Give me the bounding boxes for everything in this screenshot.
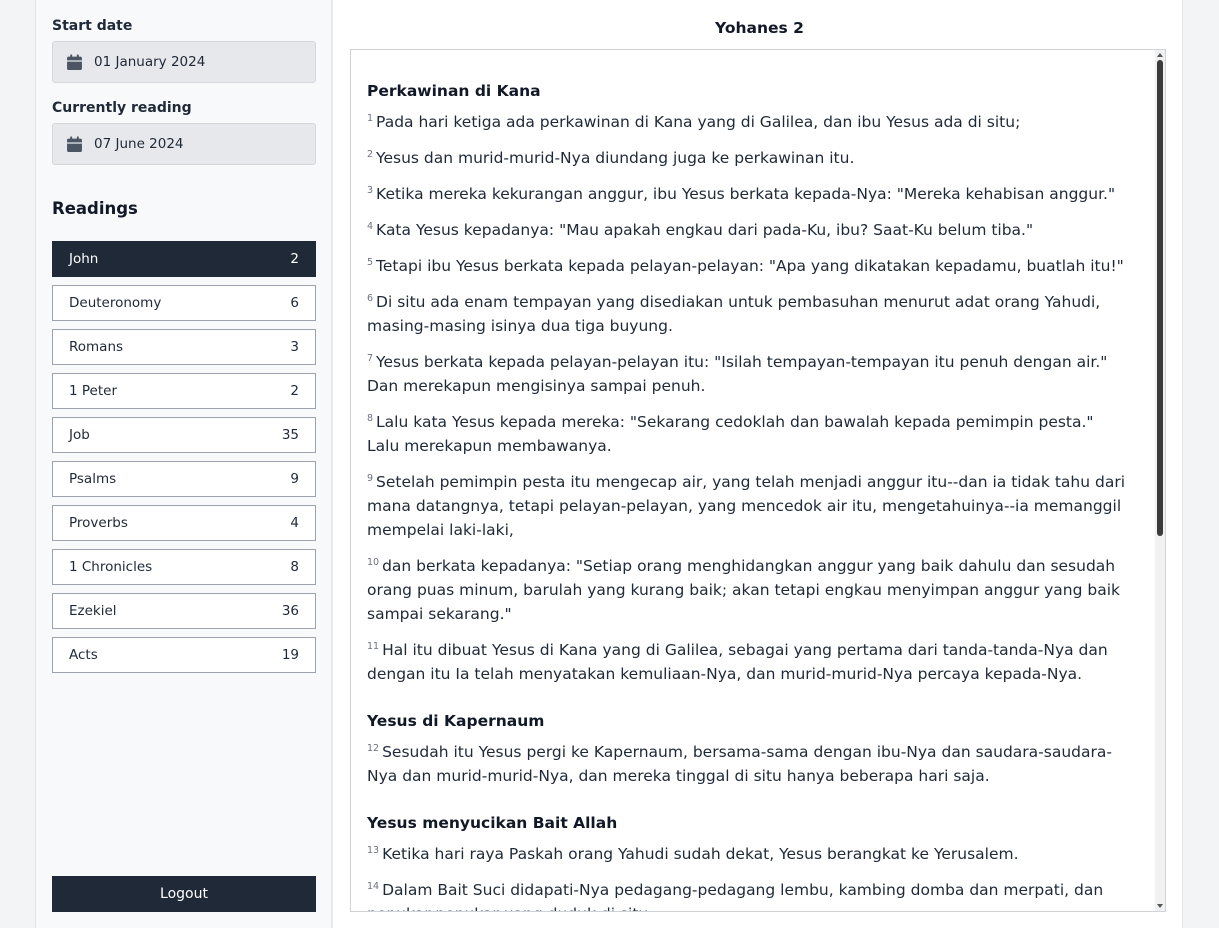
verse: 7 Yesus berkata kepada pelayan-pelayan it…: [367, 350, 1127, 398]
verse: 4 Kata Yesus kepadanya: "Mau apakah engka…: [367, 218, 1127, 242]
reading-item[interactable]: 1 Chronicles 8: [52, 549, 316, 585]
reading-chapter: 9: [290, 471, 299, 487]
reading-item[interactable]: Acts 19: [52, 637, 316, 673]
reading-item[interactable]: Proverbs 4: [52, 505, 316, 541]
current-date-field[interactable]: 07 June 2024: [52, 123, 316, 165]
reading-book: Proverbs: [69, 515, 128, 531]
reading-chapter: 36: [281, 603, 299, 619]
verse-text: Yesus berkata kepada pelayan-pelayan itu…: [367, 353, 1108, 395]
reading-chapter: 4: [290, 515, 299, 531]
reading-chapter: 19: [281, 647, 299, 663]
verse: 2 Yesus dan murid-murid-Nya diundang juga…: [367, 146, 1127, 170]
reading-item[interactable]: Job 35: [52, 417, 316, 453]
reading-book: Acts: [69, 647, 98, 663]
scroll-down-arrow-icon[interactable]: [1157, 904, 1163, 908]
verse-number: 8: [367, 412, 374, 424]
verse-number: 13: [367, 844, 380, 856]
reading-item[interactable]: Psalms 9: [52, 461, 316, 497]
reading-chapter: 2: [290, 383, 299, 399]
verse-text: Yesus dan murid-murid-Nya diundang juga …: [376, 149, 855, 167]
verse-number: 2: [367, 148, 374, 160]
start-date-value: 01 January 2024: [94, 54, 206, 70]
reading-item[interactable]: Deuteronomy 6: [52, 285, 316, 321]
start-date-label: Start date: [52, 18, 133, 34]
reading-item[interactable]: Ezekiel 36: [52, 593, 316, 629]
verse-text: dan berkata kepadanya: "Setiap orang men…: [367, 557, 1121, 623]
reading-book: Psalms: [69, 471, 117, 487]
verse-text: Ketika hari raya Paskah orang Yahudi sud…: [382, 845, 1019, 863]
verse-number: 5: [367, 256, 374, 268]
verse-number: 7: [367, 352, 374, 364]
verse: 9 Setelah pemimpin pesta itu mengecap air…: [367, 470, 1127, 542]
chapter-title: Yohanes 2: [715, 19, 804, 37]
reader-content: Perkawinan di Kana 1 Pada hari ketiga ada …: [351, 50, 1151, 911]
reading-book: Romans: [69, 339, 124, 355]
verse: 10 dan berkata kepadanya: "Setiap orang m…: [367, 554, 1127, 626]
verse-text: Kata Yesus kepadanya: "Mau apakah engkau…: [376, 221, 1034, 239]
sidebar: Start date 01 January 2024 Currently rea…: [36, 0, 333, 928]
reading-chapter: 3: [290, 339, 299, 355]
scroll-up-arrow-icon[interactable]: [1157, 53, 1163, 57]
verse-number: 3: [367, 184, 374, 196]
verse-number: 9: [367, 472, 374, 484]
start-date-field[interactable]: 01 January 2024: [52, 41, 316, 83]
verse-text: Setelah pemimpin pesta itu mengecap air,…: [367, 473, 1125, 539]
logout-button[interactable]: Logout: [52, 876, 316, 912]
verse: 12 Sesudah itu Yesus pergi ke Kapernaum, …: [367, 740, 1127, 788]
verse: 11 Hal itu dibuat Yesus di Kana yang di G…: [367, 638, 1127, 686]
verse-number: 11: [367, 640, 380, 652]
readings-heading: Readings: [52, 199, 138, 218]
verse: 5 Tetapi ibu Yesus berkata kepada pelayan…: [367, 254, 1127, 278]
reading-book: Ezekiel: [69, 603, 117, 619]
verse-text: Di situ ada enam tempayan yang disediaka…: [367, 293, 1101, 335]
verse-text: Hal itu dibuat Yesus di Kana yang di Gal…: [367, 641, 1108, 683]
reading-book: Deuteronomy: [69, 295, 162, 311]
current-date-value: 07 June 2024: [94, 136, 184, 152]
section-heading: Yesus menyucikan Bait Allah: [367, 814, 618, 832]
verse-number: 10: [367, 556, 380, 568]
reading-book: Job: [69, 427, 90, 443]
verse: 6 Di situ ada enam tempayan yang disediak…: [367, 290, 1127, 338]
scrollbar[interactable]: [1155, 50, 1165, 911]
calendar-icon: [67, 54, 82, 70]
verse: 1 Pada hari ketiga ada perkawinan di Kana…: [367, 110, 1127, 134]
calendar-icon: [67, 136, 82, 152]
section-heading: Perkawinan di Kana: [367, 82, 541, 100]
verse-text: Ketika mereka kekurangan anggur, ibu Yes…: [376, 185, 1116, 203]
scroll-thumb[interactable]: [1157, 60, 1163, 536]
verse-number: 14: [367, 880, 380, 892]
reading-book: 1 Peter: [69, 383, 117, 399]
verse: 3 Ketika mereka kekurangan anggur, ibu Ye…: [367, 182, 1127, 206]
verse-number: 1: [367, 112, 374, 124]
verse-text: Dalam Bait Suci didapati-Nya pedagang-pe…: [367, 881, 1104, 911]
app-window: Start date 01 January 2024 Currently rea…: [35, 0, 1183, 928]
verse-text: Tetapi ibu Yesus berkata kepada pelayan-…: [376, 257, 1124, 275]
verse-text: Sesudah itu Yesus pergi ke Kapernaum, be…: [367, 743, 1112, 785]
verse-text: Lalu kata Yesus kepada mereka: "Sekarang…: [367, 413, 1094, 455]
reading-item[interactable]: John 2: [52, 241, 316, 277]
verse-number: 6: [367, 292, 374, 304]
verse-number: 4: [367, 220, 374, 232]
reading-chapter: 8: [290, 559, 299, 575]
verse: 8 Lalu kata Yesus kepada mereka: "Sekaran…: [367, 410, 1127, 458]
reading-book: 1 Chronicles: [69, 559, 153, 575]
section-heading: Yesus di Kapernaum: [367, 712, 545, 730]
verse-number: 12: [367, 742, 380, 754]
verse: 14 Dalam Bait Suci didapati-Nya pedagang-…: [367, 878, 1127, 911]
reading-item[interactable]: 1 Peter 2: [52, 373, 316, 409]
current-date-label: Currently reading: [52, 100, 192, 116]
reading-chapter: 35: [281, 427, 299, 443]
verse: 13 Ketika hari raya Paskah orang Yahudi s…: [367, 842, 1127, 866]
readings-list: John 2 Deuteronomy 6 Romans 3 1 Peter 2 Job 35 Psa…: [52, 241, 316, 681]
main-panel: Yohanes 2 Perkawinan di Kana 1 Pada hari k…: [335, 0, 1184, 928]
reading-chapter: 6: [290, 295, 299, 311]
reading-chapter: 2: [290, 251, 299, 267]
reading-item[interactable]: Romans 3: [52, 329, 316, 365]
verse-text: Pada hari ketiga ada perkawinan di Kana …: [376, 113, 1021, 131]
reading-book: John: [69, 251, 99, 267]
reader-pane[interactable]: Perkawinan di Kana 1 Pada hari ketiga ada …: [350, 49, 1166, 912]
